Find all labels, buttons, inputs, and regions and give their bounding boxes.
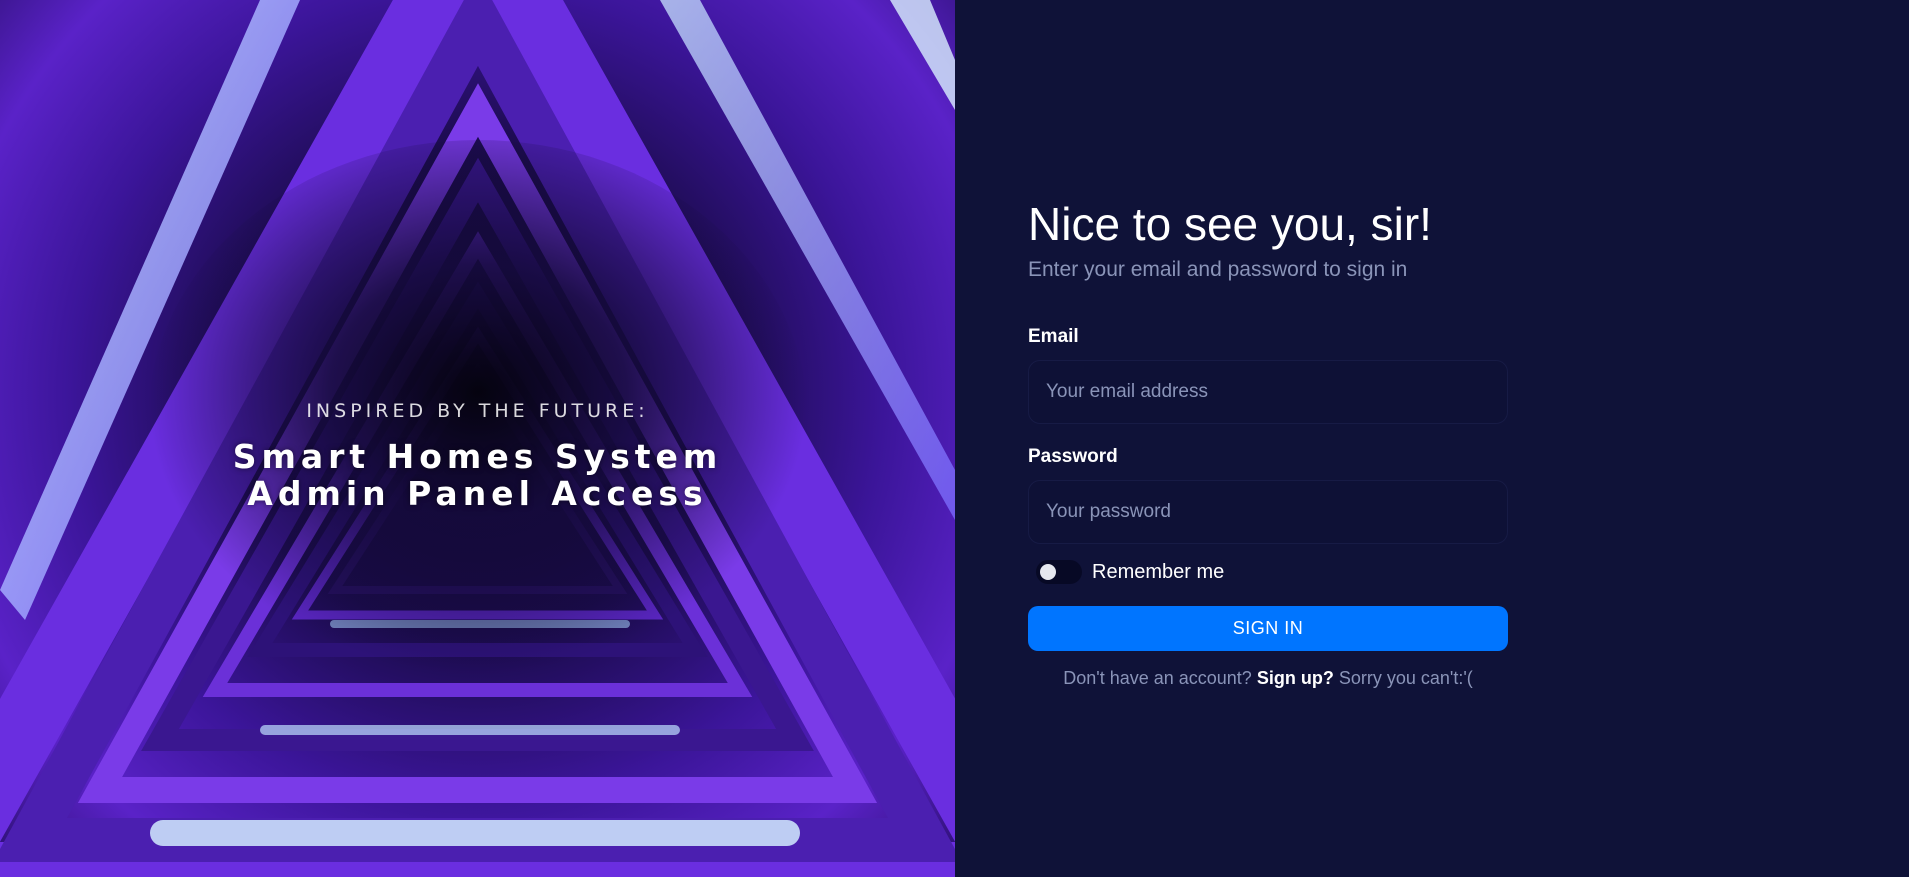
sign-in-form: Nice to see you, sir! Enter your email a… bbox=[1028, 196, 1508, 689]
remember-me-row: Remember me bbox=[1028, 558, 1508, 586]
remember-me-toggle[interactable] bbox=[1036, 560, 1082, 584]
sign-up-prompt: Don't have an account? Sign up? Sorry yo… bbox=[1028, 668, 1508, 689]
hero-panel: INSPIRED BY THE FUTURE: Smart Homes Syst… bbox=[0, 0, 955, 877]
hero-text-block: INSPIRED BY THE FUTURE: Smart Homes Syst… bbox=[0, 400, 955, 512]
sign-in-button[interactable]: SIGN IN bbox=[1028, 606, 1508, 651]
page-subtitle: Enter your email and password to sign in bbox=[1028, 258, 1408, 281]
page-title: Nice to see you, sir! bbox=[1028, 198, 1432, 250]
sign-up-prefix: Don't have an account? bbox=[1063, 668, 1252, 688]
hero-title-line-1: Smart Homes System bbox=[232, 437, 723, 476]
password-label: Password bbox=[1028, 446, 1118, 467]
sign-up-link[interactable]: Sign up? bbox=[1257, 668, 1334, 688]
hero-kicker: INSPIRED BY THE FUTURE: bbox=[306, 400, 649, 422]
sign-in-panel: Nice to see you, sir! Enter your email a… bbox=[955, 0, 1909, 877]
hero-title-line-2: Admin Panel Access bbox=[247, 474, 708, 513]
email-label: Email bbox=[1028, 326, 1079, 347]
sign-up-suffix: Sorry you can't:'( bbox=[1338, 668, 1473, 688]
remember-me-label[interactable]: Remember me bbox=[1092, 561, 1224, 584]
password-field[interactable] bbox=[1028, 480, 1508, 544]
email-field[interactable] bbox=[1028, 360, 1508, 424]
toggle-knob-icon bbox=[1040, 564, 1056, 580]
